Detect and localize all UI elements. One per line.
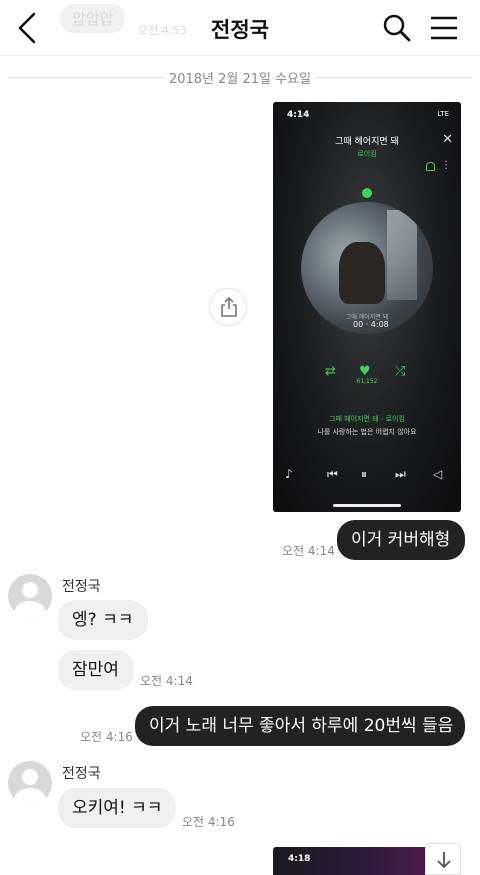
song-artist: 로이킴: [357, 150, 377, 158]
avatar[interactable]: [8, 574, 52, 618]
shuffle-icon: ⤮: [395, 364, 406, 379]
lyric-title: 그때 헤어지면 돼 - 로이킴: [329, 415, 405, 423]
my-message[interactable]: 이거 커버해형: [337, 520, 465, 560]
share-icon: [221, 296, 237, 317]
home-indicator: [333, 504, 401, 507]
message-time: 오전 4:14: [140, 674, 193, 688]
their-message[interactable]: 엥? ㅋㅋ: [58, 600, 148, 640]
faded-previous-time: 오전 4:53: [138, 24, 187, 37]
likes-count: 61,152: [356, 378, 378, 385]
my-message[interactable]: 이거 노래 너무 좋아서 하루에 20번씩 들음: [135, 706, 465, 746]
avatar-head: [22, 769, 38, 785]
sender-name: 전정국: [62, 766, 101, 782]
next-status-time: 4:18: [288, 854, 311, 864]
repeat-icon: ⇄: [325, 364, 336, 379]
heart-icon: ♥: [359, 364, 371, 379]
close-icon: ✕: [442, 132, 453, 147]
album-art-lyric: 그때 헤어지면 돼: [345, 314, 389, 321]
message-time: 오전 4:14: [282, 544, 335, 558]
lyric-line: 나를 사랑하는 법은 어렵지 않아요: [317, 428, 417, 436]
avatar-head: [22, 582, 38, 598]
scroll-down-button[interactable]: [425, 843, 461, 875]
status-network: LTE: [437, 110, 449, 118]
playlist-icon: ♪: [285, 467, 293, 481]
previous-icon: ⏮: [327, 467, 338, 481]
search-icon[interactable]: [382, 13, 412, 43]
bell-icon: [426, 162, 435, 171]
next-icon: ⏭: [395, 467, 406, 481]
message-time: 오전 4:16: [80, 730, 133, 744]
album-art-figure: [339, 242, 385, 304]
progress-dot: [362, 188, 372, 198]
their-message[interactable]: 오키여! ㅋㅋ: [58, 788, 176, 828]
date-separator: 2018년 2월 21일 수요일: [8, 68, 472, 87]
song-title: 그때 헤어지면 돼: [335, 137, 399, 147]
more-icon: ⋮: [441, 160, 451, 171]
equalizer-icon: ◁: [433, 467, 443, 481]
sender-name: 전정국: [62, 579, 101, 595]
avatar-body: [14, 601, 46, 618]
pause-icon: ⏸: [361, 467, 368, 481]
shared-image[interactable]: 4:14 LTE 그때 헤어지면 돼 로이킴 ✕ ⋮ 00 · 4:08 그때 …: [273, 102, 461, 512]
date-label: 2018년 2월 21일 수요일: [165, 68, 315, 87]
their-message[interactable]: 잠만여: [58, 650, 134, 690]
player-bottom-controls: ♪ ⏮ ⏸ ⏭ ◁: [273, 467, 461, 487]
faded-previous-message: 압압압: [60, 4, 126, 33]
album-art-window: [387, 210, 417, 300]
share-button[interactable]: [209, 288, 247, 326]
next-shared-image[interactable]: 4:18: [273, 847, 425, 875]
album-art-time: 00 · 4:08: [353, 320, 389, 329]
hamburger-menu-icon[interactable]: [428, 13, 460, 43]
avatar-body: [14, 788, 46, 805]
status-time: 4:14: [287, 110, 310, 120]
avatar[interactable]: [8, 761, 52, 805]
arrow-down-icon: [437, 852, 451, 869]
message-time: 오전 4:16: [182, 815, 235, 829]
